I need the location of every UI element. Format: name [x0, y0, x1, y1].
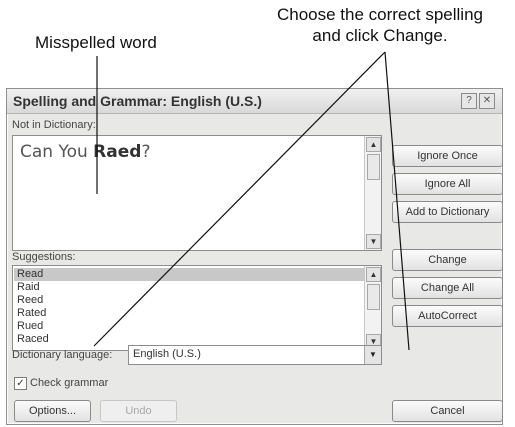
callout-leader-lines — [93, 51, 410, 351]
leader-change — [384, 51, 410, 351]
leader-suggestion — [93, 51, 386, 347]
